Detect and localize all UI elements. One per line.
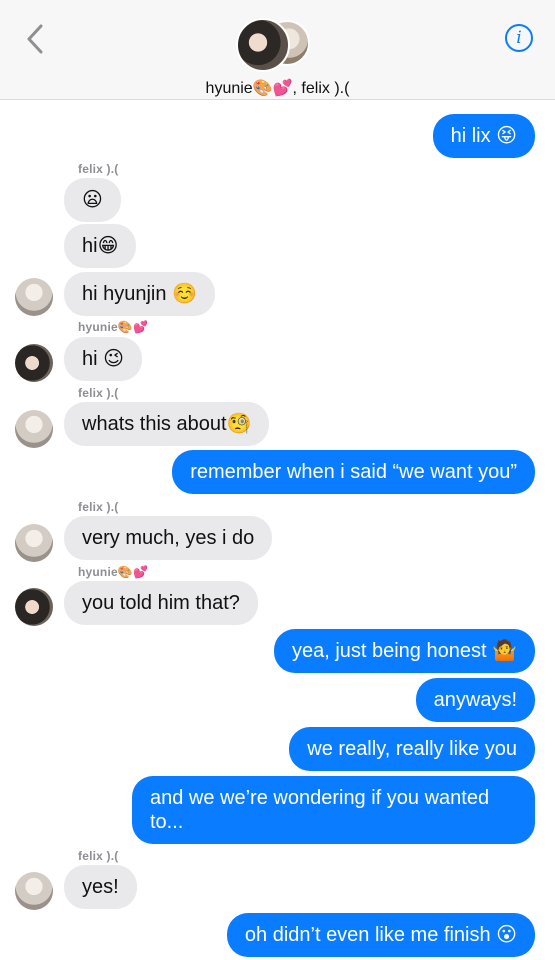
message-bubble[interactable]: yea, just being honest 🤷	[273, 629, 535, 673]
chat-header: hyunie🎨💕, felix ).( i	[0, 0, 555, 100]
message-bubble[interactable]: whats this about🧐	[64, 402, 270, 446]
message-bubble[interactable]: oh didn’t even like me finish 😮	[226, 913, 535, 957]
avatar-hyunie	[236, 18, 290, 72]
avatar[interactable]	[15, 872, 53, 910]
sender-name: felix ).(	[78, 849, 119, 863]
back-button[interactable]	[20, 22, 50, 56]
chevron-left-icon	[27, 24, 43, 54]
sender-name: felix ).(	[78, 386, 119, 400]
message-bubble[interactable]: you told him that?	[64, 581, 258, 625]
message-bubble[interactable]: hi lix 😝	[432, 114, 535, 158]
sender-name: hyunie🎨💕	[78, 565, 149, 579]
message-bubble[interactable]: very much, yes i do	[64, 516, 273, 560]
avatar[interactable]	[15, 344, 53, 382]
avatar[interactable]	[15, 524, 53, 562]
group-title[interactable]: hyunie🎨💕, felix ).(	[0, 78, 555, 98]
sender-name: felix ).(	[78, 500, 119, 514]
message-bubble[interactable]: hi 😉	[64, 337, 142, 381]
info-icon[interactable]: i	[505, 24, 533, 52]
group-avatar[interactable]	[236, 18, 320, 74]
avatar[interactable]	[15, 278, 53, 316]
avatar[interactable]	[15, 410, 53, 448]
sender-name: felix ).(	[78, 162, 119, 176]
message-bubble[interactable]: hi😁	[64, 224, 137, 268]
message-bubble[interactable]: and we we’re wondering if you wanted to.…	[132, 776, 535, 844]
message-bubble[interactable]: hi hyunjin ☺️	[64, 272, 215, 316]
message-bubble[interactable]: we really, really like you	[289, 727, 535, 771]
message-bubble[interactable]: yes!	[64, 865, 137, 909]
sender-name: hyunie🎨💕	[78, 320, 149, 334]
message-bubble[interactable]: remember when i said “we want you”	[172, 450, 535, 494]
message-bubble[interactable]: 😦	[64, 178, 121, 222]
message-bubble[interactable]: anyways!	[415, 678, 535, 722]
avatar[interactable]	[15, 588, 53, 626]
